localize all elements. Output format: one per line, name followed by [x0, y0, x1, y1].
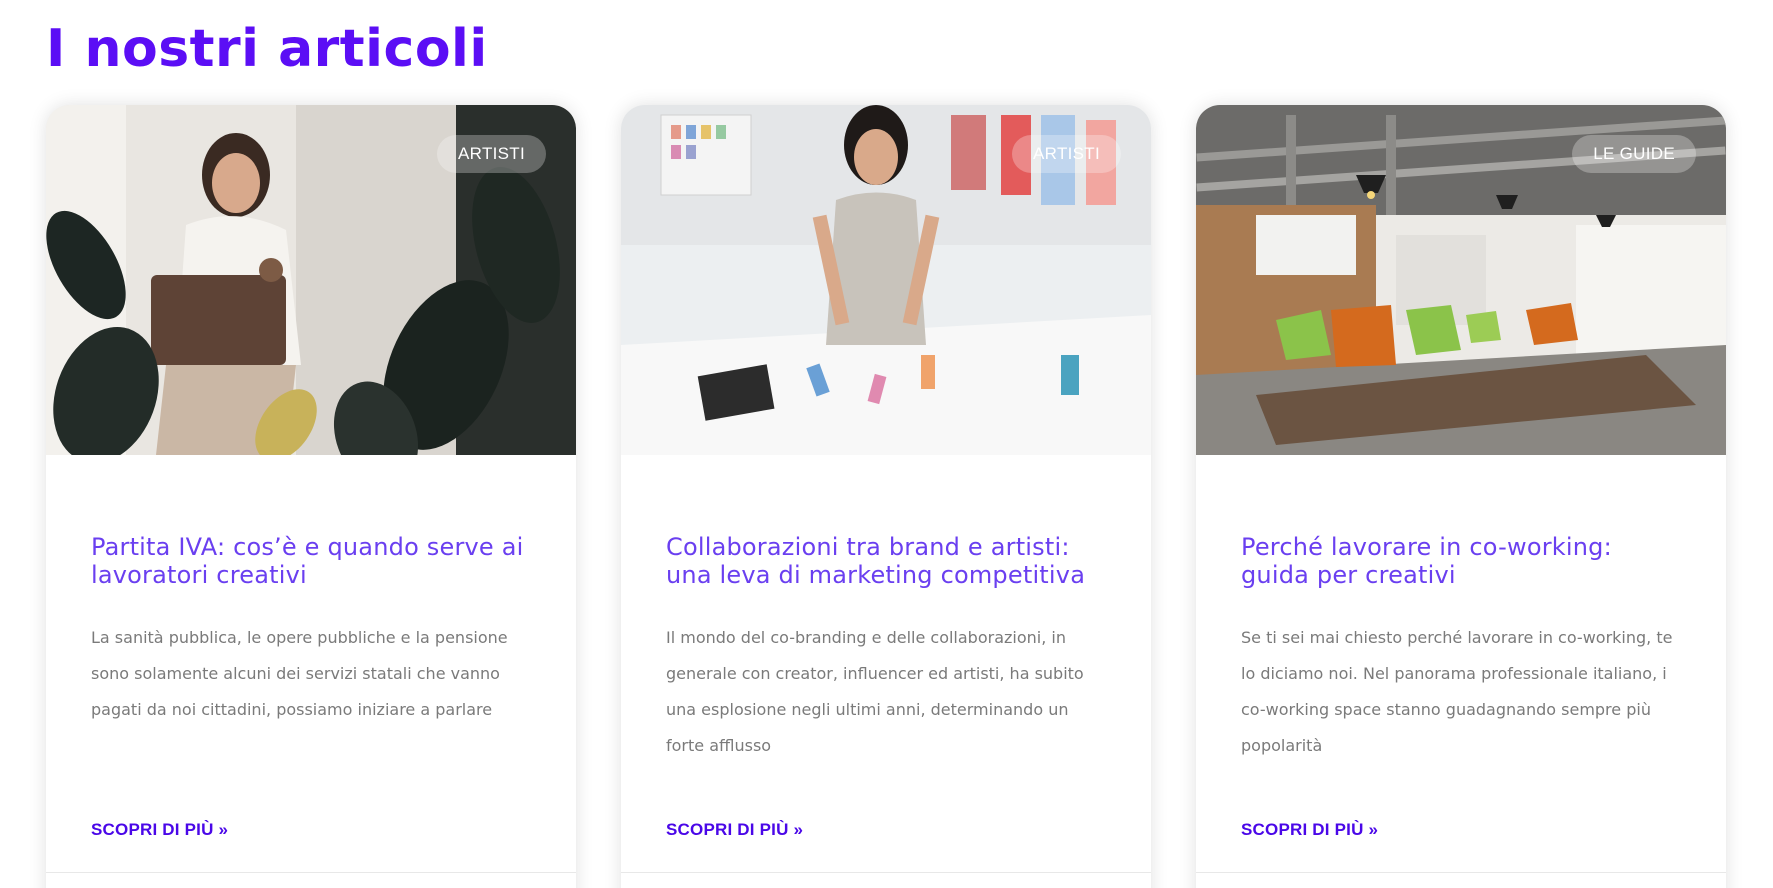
- category-badge[interactable]: ARTISTI: [437, 135, 546, 173]
- article-excerpt: Se ti sei mai chiesto perché lavorare in…: [1241, 628, 1673, 755]
- article-image[interactable]: LE GUIDE: [1196, 105, 1726, 455]
- read-more-link[interactable]: SCOPRI DI PIÙ »: [1241, 820, 1378, 840]
- category-badge[interactable]: ARTISTI: [1012, 135, 1121, 173]
- article-card: ARTISTI Collaborazioni tra brand e artis…: [621, 105, 1151, 888]
- category-badge[interactable]: LE GUIDE: [1572, 135, 1696, 173]
- section-title: I nostri articoli: [46, 19, 488, 79]
- article-card: LE GUIDE Perché lavorare in co-working: …: [1196, 105, 1726, 888]
- article-title[interactable]: Perché lavorare in co-working: guida per…: [1241, 533, 1686, 589]
- article-excerpt: Il mondo del co-branding e delle collabo…: [666, 628, 1084, 755]
- read-more-link[interactable]: SCOPRI DI PIÙ »: [91, 820, 228, 840]
- card-divider: [1196, 872, 1726, 873]
- article-title[interactable]: Collaborazioni tra brand e artisti: una …: [666, 533, 1111, 589]
- article-image[interactable]: ARTISTI: [46, 105, 576, 455]
- articles-grid: ARTISTI Partita IVA: cos’è e quando serv…: [46, 105, 1726, 888]
- read-more-link[interactable]: SCOPRI DI PIÙ »: [666, 820, 803, 840]
- article-title[interactable]: Partita IVA: cos’è e quando serve ai lav…: [91, 533, 536, 589]
- articles-section: I nostri articoli ARTISTI Partita IVA: c…: [0, 0, 1773, 888]
- article-card: ARTISTI Partita IVA: cos’è e quando serv…: [46, 105, 576, 888]
- card-divider: [46, 872, 576, 873]
- article-excerpt: La sanità pubblica, le opere pubbliche e…: [91, 628, 508, 719]
- card-divider: [621, 872, 1151, 873]
- article-image[interactable]: ARTISTI: [621, 105, 1151, 455]
